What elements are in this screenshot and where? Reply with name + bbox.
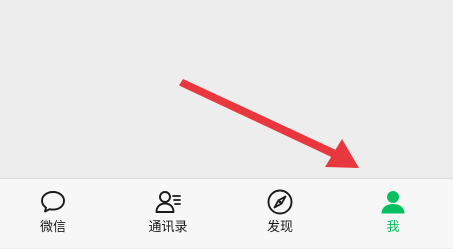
tab-me-label: 我 — [386, 220, 400, 235]
main-content-area — [0, 0, 453, 178]
bottom-tab-bar: 微信 通讯录 发现 我 — [0, 178, 453, 248]
chat-bubble-icon — [41, 191, 65, 213]
person-icon — [381, 191, 405, 214]
tab-contacts[interactable]: 通讯录 — [128, 179, 208, 249]
tab-discover-label: 发现 — [266, 220, 293, 235]
tab-contacts-label: 通讯录 — [148, 220, 188, 235]
tab-discover[interactable]: 发现 — [240, 179, 320, 249]
tab-me[interactable]: 我 — [353, 179, 433, 249]
compass-icon — [267, 189, 293, 215]
tab-chats-label: 微信 — [39, 220, 66, 235]
contacts-icon — [155, 191, 181, 213]
tab-chats[interactable]: 微信 — [13, 179, 93, 249]
